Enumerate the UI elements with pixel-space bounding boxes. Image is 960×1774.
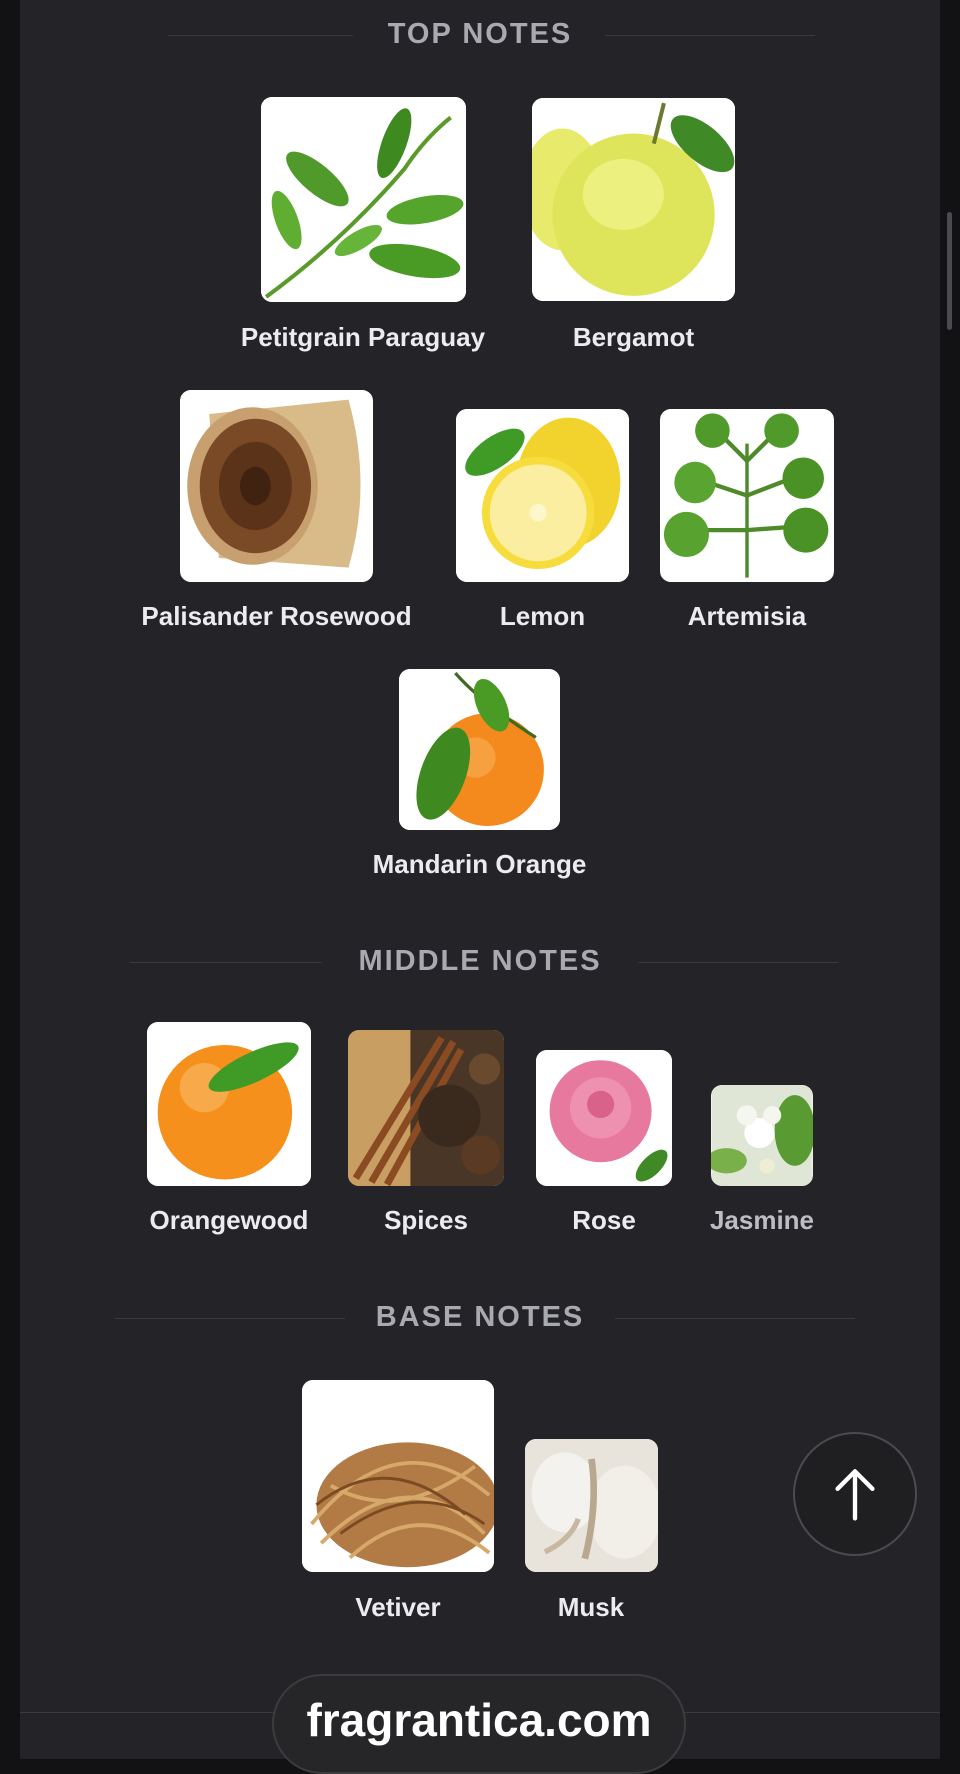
section-title: TOP NOTES xyxy=(387,18,573,50)
brand-name: fragrantica.com xyxy=(306,1694,652,1746)
base-notes-heading: BASE NOTES xyxy=(0,1301,960,1334)
scroll-to-top-button[interactable] xyxy=(793,1432,917,1556)
note-label: Vetiver xyxy=(355,1592,441,1622)
bergamot-fruit-image xyxy=(532,98,735,301)
note-label: Jasmine xyxy=(709,1205,815,1235)
section-title: MIDDLE NOTES xyxy=(358,945,602,977)
vetiver-root-image xyxy=(302,1380,494,1572)
divider xyxy=(130,961,322,963)
note-label: Artemisia xyxy=(687,601,807,631)
note-label: Bergamot xyxy=(572,322,695,352)
artemisia-leaf-image xyxy=(660,409,834,582)
rose-flower-image xyxy=(536,1050,672,1186)
note-label: Musk xyxy=(557,1592,625,1622)
scrollbar[interactable] xyxy=(947,212,952,330)
top-notes-heading: TOP NOTES xyxy=(0,18,960,51)
note-label: Orangewood xyxy=(149,1205,309,1235)
divider xyxy=(168,34,353,36)
musk-image xyxy=(525,1439,658,1572)
spices-image xyxy=(348,1030,504,1186)
arrow-up-icon xyxy=(835,1469,875,1521)
rosewood-log-image xyxy=(180,390,373,582)
lemon-fruit-image xyxy=(456,409,629,582)
orange-fruit-image xyxy=(147,1022,311,1186)
jasmine-flower-image xyxy=(711,1085,813,1186)
note-label: Spices xyxy=(384,1205,468,1235)
petitgrain-leaf-image xyxy=(261,97,466,302)
middle-notes-heading: MIDDLE NOTES xyxy=(0,945,960,978)
note-label: Petitgrain Paraguay xyxy=(240,322,486,352)
note-label: Lemon xyxy=(499,601,586,631)
divider xyxy=(605,34,815,36)
brand-pill[interactable]: fragrantica.com xyxy=(272,1674,686,1774)
mandarin-fruit-image xyxy=(399,669,560,830)
note-label: Palisander Rosewood xyxy=(141,601,412,631)
divider xyxy=(115,1317,345,1319)
divider xyxy=(615,1317,855,1319)
note-label: Mandarin Orange xyxy=(372,849,587,879)
section-title: BASE NOTES xyxy=(375,1301,585,1333)
divider xyxy=(638,961,838,963)
